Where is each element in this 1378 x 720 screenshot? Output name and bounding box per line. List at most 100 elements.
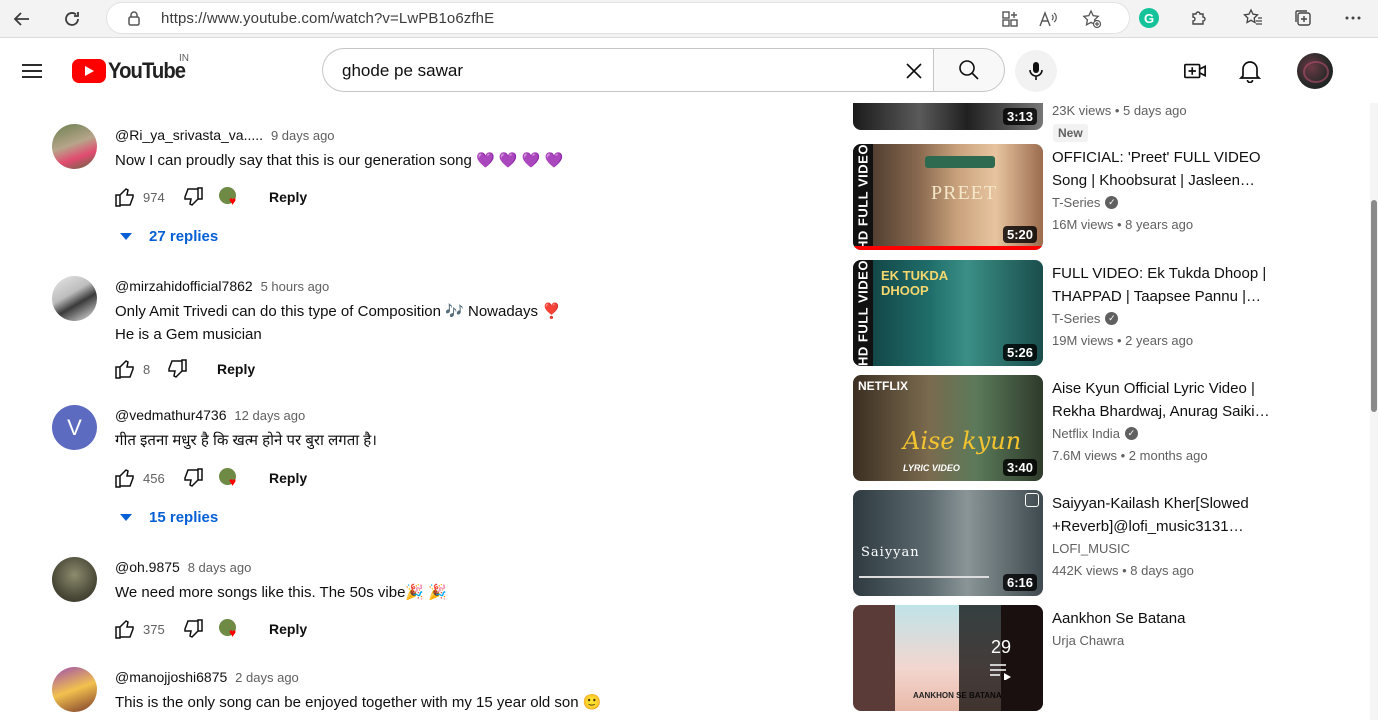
thumbs-down-icon xyxy=(184,187,203,206)
comment-author[interactable]: @vedmathur4736 xyxy=(115,407,227,423)
like-button[interactable] xyxy=(113,357,137,381)
comment-time[interactable]: 9 days ago xyxy=(271,128,335,143)
thumbnail-logo xyxy=(925,156,995,168)
channel-name[interactable]: T-Series ✓ xyxy=(1052,311,1119,326)
comment-text: This is the only song can be enjoyed tog… xyxy=(115,694,602,711)
extensions-puzzle-icon[interactable] xyxy=(1186,5,1212,31)
video-duration: 5:26 xyxy=(1002,344,1037,361)
youtube-logo[interactable]: YouTube IN xyxy=(72,53,192,85)
reply-button[interactable]: Reply xyxy=(269,189,307,205)
view-replies-button[interactable]: 27 replies xyxy=(120,228,218,245)
comment-author[interactable]: @mirzahidofficial7862 xyxy=(115,278,253,294)
app-available-icon[interactable] xyxy=(999,8,1021,30)
heart-icon: ♥ xyxy=(229,626,237,640)
search-input[interactable]: ghode pe sawar xyxy=(322,48,934,92)
video-title[interactable]: OFFICIAL: 'Preet' FULL VIDEO Song | Khoo… xyxy=(1052,146,1282,192)
address-bar[interactable]: https://www.youtube.com/watch?v=LwPB1o6z… xyxy=(106,2,1130,34)
video-duration: 3:40 xyxy=(1002,459,1037,476)
notifications-button[interactable] xyxy=(1238,59,1262,83)
page-scrollbar[interactable] xyxy=(1370,103,1378,720)
like-button[interactable] xyxy=(113,185,137,209)
video-thumbnail[interactable]: HD FULL VIDEO PREET 5:20 xyxy=(853,144,1043,250)
add-favorite-icon[interactable] xyxy=(1081,8,1103,30)
video-title[interactable]: Saiyyan-Kailash Kher[Slowed +Reverb]@lof… xyxy=(1052,492,1282,538)
search-button[interactable] xyxy=(933,48,1005,92)
video-title[interactable]: Aise Kyun Official Lyric Video | Rekha B… xyxy=(1052,377,1282,423)
playlist-icon xyxy=(990,663,1011,680)
video-thumbnail[interactable]: Saiyyan 6:16 xyxy=(853,490,1043,596)
video-thumbnail[interactable]: 3:13 xyxy=(853,103,1043,130)
comment-text: We need more songs like this. The 50s vi… xyxy=(115,584,447,601)
comment-text: Now I can proudly say that this is our g… xyxy=(115,152,564,169)
clear-search-icon[interactable] xyxy=(902,59,926,83)
dislike-button[interactable] xyxy=(181,185,205,209)
video-card[interactable]: HD FULL VIDEO EK TUKDA DHOOP 5:26 FULL V… xyxy=(853,260,1353,366)
channel-name[interactable]: Netflix India ✓ xyxy=(1052,426,1138,441)
refresh-icon xyxy=(65,12,79,26)
reply-button[interactable]: Reply xyxy=(217,361,255,377)
related-videos: 3:13 23K views • 5 days ago New HD FULL … xyxy=(850,103,1360,720)
channel-name[interactable]: Urja Chawra xyxy=(1052,633,1124,648)
video-card[interactable]: HD FULL VIDEO PREET 5:20 OFFICIAL: 'Pree… xyxy=(853,144,1353,250)
hd-full-video-strip: HD FULL VIDEO xyxy=(853,260,873,366)
dislike-button[interactable] xyxy=(165,357,189,381)
avatar[interactable] xyxy=(52,667,97,712)
creator-heart-badge: ♥ xyxy=(219,617,243,641)
video-thumbnail[interactable]: NETFLIX Aise kyun LYRIC VIDEO 3:40 xyxy=(853,375,1043,481)
dislike-button[interactable] xyxy=(181,466,205,490)
voice-search-button[interactable] xyxy=(1015,50,1057,92)
logo-text: YouTube xyxy=(108,58,186,83)
video-meta: 442K views • 8 days ago xyxy=(1052,563,1194,578)
more-menu-icon[interactable] xyxy=(1340,5,1366,31)
comment-author[interactable]: @oh.9875 xyxy=(115,559,180,575)
video-thumbnail[interactable]: HD FULL VIDEO EK TUKDA DHOOP 5:26 xyxy=(853,260,1043,366)
hd-full-video-strip: HD FULL VIDEO xyxy=(853,144,873,250)
dislike-button[interactable] xyxy=(181,617,205,641)
favorites-icon[interactable] xyxy=(1240,5,1266,31)
thumbnail-title: PREET xyxy=(931,182,998,204)
video-card[interactable]: 3:13 23K views • 5 days ago New xyxy=(853,103,1353,142)
comment-author[interactable]: @manojjoshi6875 xyxy=(115,669,227,685)
grammarly-extension-icon[interactable]: G xyxy=(1136,5,1162,31)
reply-button[interactable]: Reply xyxy=(269,470,307,486)
comment-actions: 456 ♥ Reply xyxy=(113,466,307,490)
hamburger-menu-icon[interactable] xyxy=(20,59,44,83)
thumbs-up-icon xyxy=(115,360,134,379)
refresh-button[interactable] xyxy=(58,5,86,33)
scrollbar-thumb[interactable] xyxy=(1371,200,1377,412)
comment-time[interactable]: 2 days ago xyxy=(235,670,299,685)
view-replies-button[interactable]: 15 replies xyxy=(120,509,218,526)
video-card[interactable]: Saiyyan 6:16 Saiyyan-Kailash Kher[Slowed… xyxy=(853,490,1353,596)
comment-time[interactable]: 5 hours ago xyxy=(261,279,330,294)
thumbs-up-icon xyxy=(115,188,134,207)
collections-icon[interactable] xyxy=(1290,5,1316,31)
like-count: 456 xyxy=(143,470,165,486)
avatar[interactable] xyxy=(52,557,97,602)
like-count: 375 xyxy=(143,621,165,637)
playlist-card[interactable]: AANKHON SE BATANA 29 Aankhon Se Batana U… xyxy=(853,605,1353,711)
video-title[interactable]: FULL VIDEO: Ek Tukda Dhoop | THAPPAD | T… xyxy=(1052,262,1282,308)
video-camera-plus-icon xyxy=(1184,63,1206,79)
channel-name[interactable]: LOFI_MUSIC xyxy=(1052,541,1130,556)
create-video-button[interactable] xyxy=(1183,59,1207,83)
reply-button[interactable]: Reply xyxy=(269,621,307,637)
verified-check-icon: ✓ xyxy=(1105,196,1119,209)
like-button[interactable] xyxy=(113,617,137,641)
account-avatar[interactable] xyxy=(1297,53,1333,89)
avatar[interactable] xyxy=(52,124,97,169)
avatar[interactable] xyxy=(52,276,97,321)
channel-name[interactable]: T-Series ✓ xyxy=(1052,195,1119,210)
read-aloud-icon[interactable] xyxy=(1037,8,1059,30)
avatar[interactable]: V xyxy=(52,405,97,450)
playlist-thumbnail[interactable]: AANKHON SE BATANA 29 xyxy=(853,605,1043,711)
back-button[interactable] xyxy=(8,5,36,33)
like-button[interactable] xyxy=(113,466,137,490)
thumbnail-subtitle: LYRIC VIDEO xyxy=(903,463,960,473)
comment-author[interactable]: @Ri_ya_srivasta_va..... xyxy=(115,127,263,143)
thumbs-up-icon xyxy=(115,620,134,639)
playlist-title[interactable]: Aankhon Se Batana xyxy=(1052,607,1282,630)
creator-heart-badge: ♥ xyxy=(219,466,243,490)
comment-time[interactable]: 12 days ago xyxy=(234,408,305,423)
comment-time[interactable]: 8 days ago xyxy=(188,560,252,575)
video-card[interactable]: NETFLIX Aise kyun LYRIC VIDEO 3:40 Aise … xyxy=(853,375,1353,481)
